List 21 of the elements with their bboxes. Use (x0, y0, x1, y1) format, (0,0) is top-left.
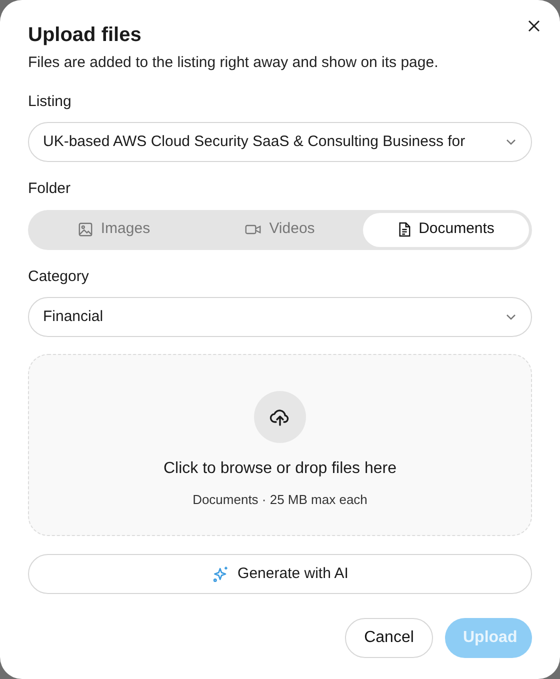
upload-cloud-icon (254, 391, 306, 443)
dialog-title: Upload files (28, 23, 142, 48)
drop-zone-hint: Documents · 25 MB max each (192, 491, 368, 509)
field-label: Listing (28, 92, 72, 112)
field-label: Folder (28, 179, 71, 199)
close-icon[interactable] (526, 18, 542, 34)
generate-button[interactable]: Generate with AI (28, 554, 532, 594)
field-label: Category (28, 266, 89, 286)
listing-select[interactable]: UK-based AWS Cloud Security SaaS & Consulting Business for (28, 122, 532, 162)
image-icon (78, 222, 93, 237)
drop-zone[interactable]: Click to browse or drop files here Documents · 25 MB max each (28, 354, 532, 536)
video-camera-icon (245, 223, 262, 236)
dialog-description: Files are added to the listing right away and show on its page. (28, 53, 440, 73)
folder-tab[interactable]: Videos (197, 212, 363, 246)
category-select[interactable]: Financial (28, 297, 532, 337)
folder-tab[interactable]: Images (31, 212, 197, 246)
folder-tab[interactable]: Documents (363, 212, 529, 246)
sparkle-icon (212, 565, 230, 583)
drop-zone-text: Click to browse or drop files here (164, 459, 396, 479)
cancel-button[interactable]: Cancel (345, 618, 433, 658)
document-icon (398, 222, 411, 237)
